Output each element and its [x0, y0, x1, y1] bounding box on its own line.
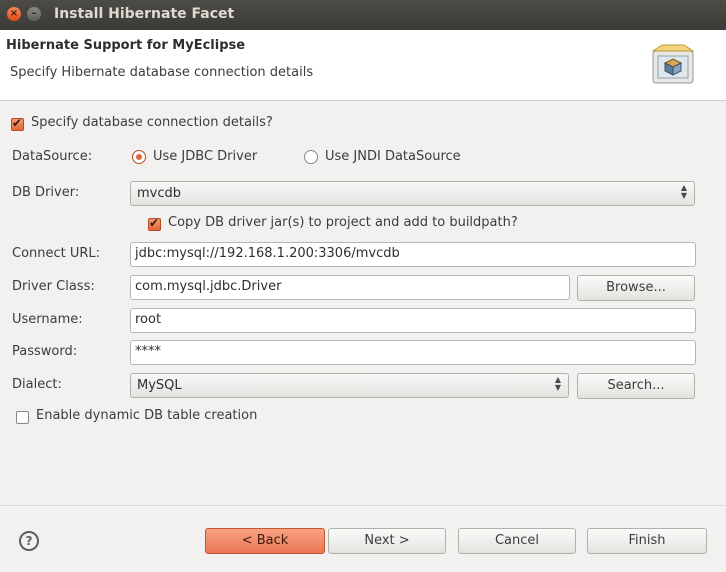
copy-jars-label: Copy DB driver jar(s) to project and add…	[168, 215, 518, 230]
radio-jndi-datasource[interactable]	[304, 150, 318, 164]
minimize-icon[interactable]: –	[27, 7, 41, 21]
db-driver-select[interactable]: mvcdb ▲ ▼	[130, 181, 695, 206]
help-icon[interactable]: ?	[19, 531, 39, 551]
select-arrows-icon: ▲ ▼	[680, 183, 687, 200]
connect-url-field[interactable]: jdbc:mysql://192.168.1.200:3306/mvcdb	[130, 242, 696, 267]
select-arrows-icon: ▲ ▼	[554, 375, 561, 392]
radio-jdbc-driver[interactable]	[132, 150, 146, 164]
dialect-select[interactable]: MySQL ▲ ▼	[130, 373, 569, 398]
page-subtitle: Specify Hibernate database connection de…	[10, 65, 314, 80]
browse-button[interactable]: Browse...	[577, 275, 695, 301]
driver-class-label: Driver Class:	[12, 279, 95, 294]
next-button[interactable]: Next >	[328, 528, 446, 554]
search-button[interactable]: Search...	[577, 373, 695, 399]
title-bar: × – Install Hibernate Facet	[0, 0, 726, 30]
username-label: Username:	[12, 312, 83, 327]
password-label: Password:	[12, 344, 78, 359]
back-button[interactable]: < Back	[205, 528, 325, 554]
wizard-header: Hibernate Support for MyEclipse Specify …	[0, 30, 726, 101]
finish-button[interactable]: Finish	[587, 528, 707, 554]
page-title: Hibernate Support for MyEclipse	[6, 38, 246, 53]
dialect-label: Dialect:	[12, 377, 62, 392]
specify-details-checkbox[interactable]	[11, 116, 24, 131]
db-driver-label: DB Driver:	[12, 185, 80, 200]
close-icon[interactable]: ×	[7, 7, 21, 21]
facet-box-icon	[651, 44, 695, 84]
copy-jars-checkbox[interactable]	[148, 216, 161, 231]
dynamic-table-label: Enable dynamic DB table creation	[36, 408, 258, 423]
username-field[interactable]: root	[130, 308, 696, 333]
db-driver-value: mvcdb	[137, 186, 182, 201]
footer-separator	[0, 505, 726, 506]
radio-jdbc-driver-label: Use JDBC Driver	[153, 149, 258, 164]
cancel-button[interactable]: Cancel	[458, 528, 576, 554]
password-field[interactable]: ****	[130, 340, 696, 365]
driver-class-field[interactable]: com.mysql.jdbc.Driver	[130, 275, 570, 300]
datasource-label: DataSource:	[12, 149, 93, 164]
radio-jndi-datasource-label: Use JNDI DataSource	[325, 149, 461, 164]
connect-url-label: Connect URL:	[12, 246, 101, 261]
window-title: Install Hibernate Facet	[54, 6, 235, 22]
dynamic-table-checkbox[interactable]	[16, 411, 29, 424]
specify-details-label: Specify database connection details?	[31, 115, 273, 130]
dialect-value: MySQL	[137, 378, 182, 393]
